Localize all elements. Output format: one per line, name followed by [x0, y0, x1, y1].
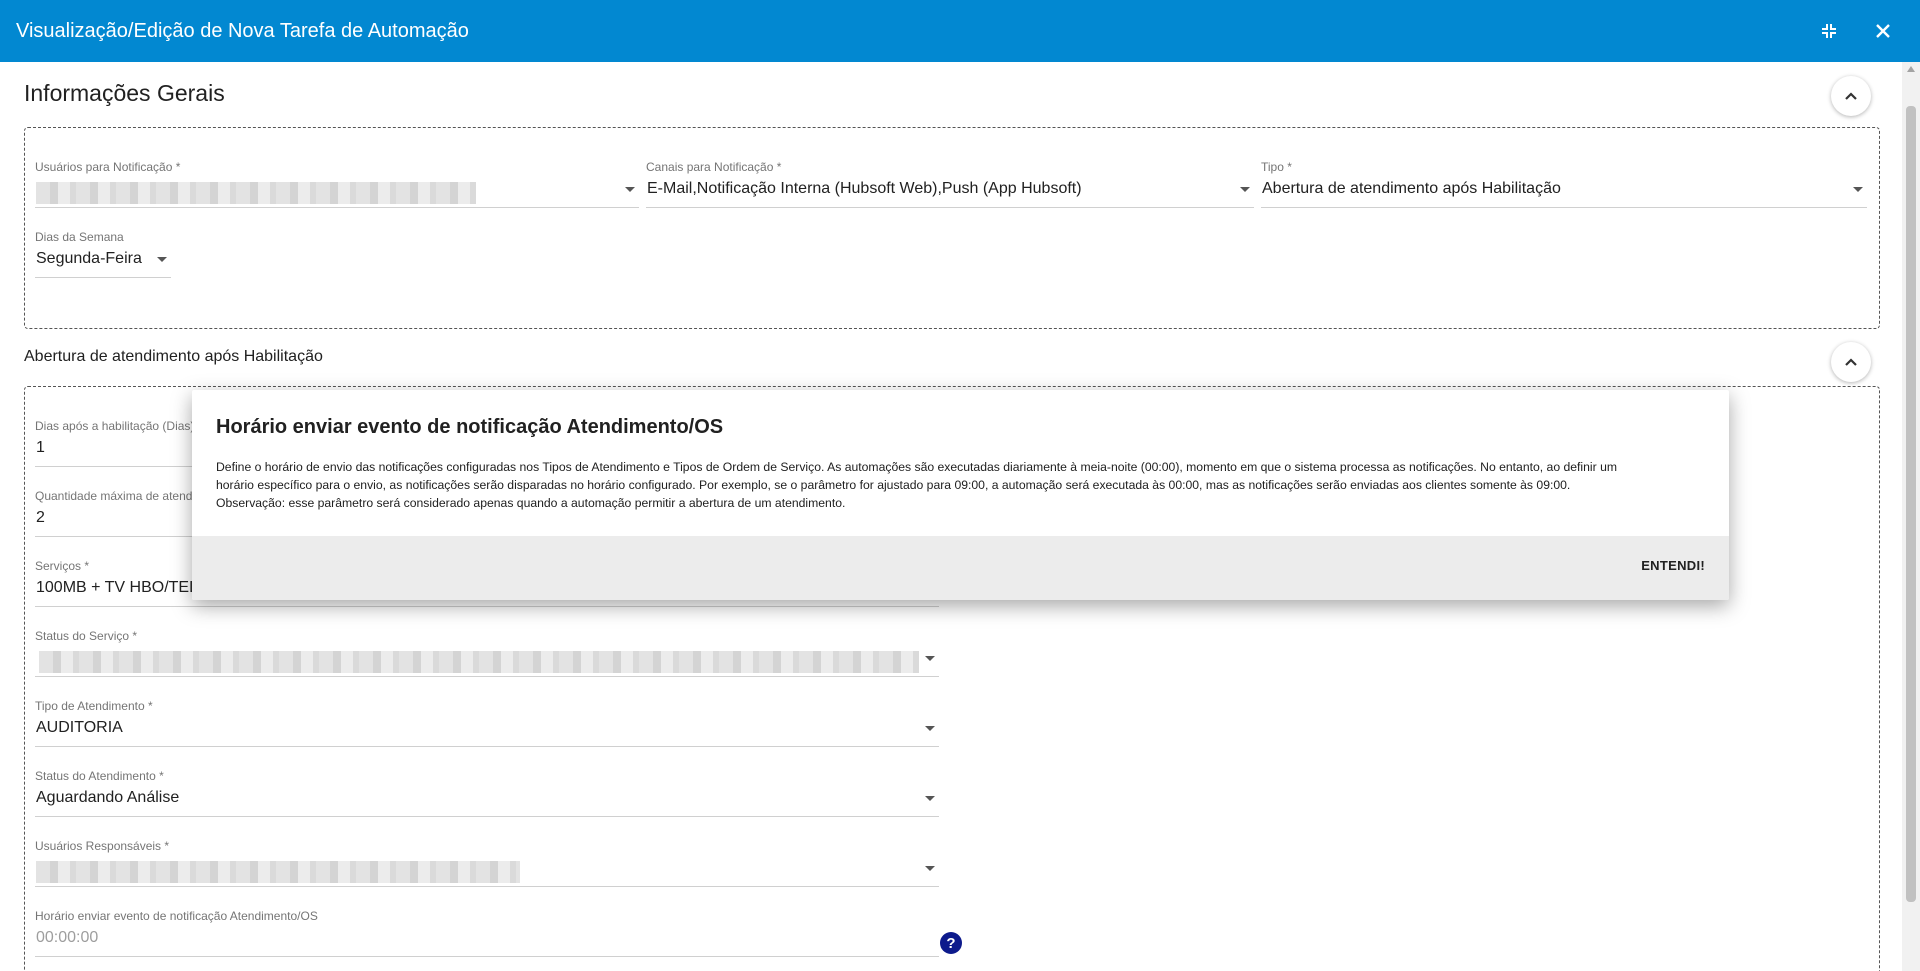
scrollbar-thumb[interactable]: [1906, 106, 1916, 902]
help-dialog-title: Horário enviar evento de notificação Ate…: [216, 416, 724, 438]
dropdown-arrow-icon: [1240, 187, 1250, 192]
field-value: E-Mail,Notificação Interna (Hubsoft Web)…: [647, 180, 1082, 197]
channels-notification-select[interactable]: Canais para Notificação * E-Mail,Notific…: [646, 160, 1254, 208]
dropdown-arrow-icon: [1853, 187, 1863, 192]
section-title-general: Informações Gerais: [24, 80, 225, 106]
collapse-enablement-button[interactable]: [1831, 342, 1871, 382]
dropdown-arrow-icon: [925, 796, 935, 801]
field-value: AUDITORIA: [36, 719, 123, 736]
section-title-enablement: Abertura de atendimento após Habilitação: [24, 348, 323, 365]
service-status-select[interactable]: Status do Serviço *: [35, 629, 939, 677]
field-value: 2: [36, 509, 45, 526]
chevron-up-icon: [1845, 92, 1857, 100]
help-dialog-line: Observação: esse parâmetro será consider…: [216, 496, 846, 510]
field-label: Status do Atendimento *: [35, 769, 164, 783]
field-label: Serviços *: [35, 559, 90, 573]
users-notification-select[interactable]: Usuários para Notificação *: [35, 160, 639, 208]
general-fields-box: [24, 127, 1880, 329]
help-dialog-line: horário específico para o envio, as noti…: [216, 478, 1571, 492]
field-label: Canais para Notificação *: [646, 160, 782, 174]
field-value: 100MB + TV HBO/TEL: [36, 579, 198, 596]
help-dialog-body: Define o horário de envio das notificaçõ…: [216, 458, 1706, 512]
chevron-up-icon: [1845, 358, 1857, 366]
help-dialog-footer: ENTENDI!: [192, 536, 1729, 600]
dialog-titlebar: Visualização/Edição de Nova Tarefa de Au…: [0, 0, 1920, 62]
notify-time-input[interactable]: Horário enviar evento de notificação Ate…: [35, 909, 939, 957]
responsible-users-select[interactable]: Usuários Responsáveis *: [35, 839, 939, 887]
dropdown-arrow-icon: [625, 187, 635, 192]
field-label: Horário enviar evento de notificação Ate…: [35, 909, 318, 923]
field-label: Tipo *: [1261, 160, 1292, 174]
help-question-icon[interactable]: ?: [940, 932, 962, 954]
field-placeholder: 00:00:00: [36, 929, 99, 946]
dropdown-arrow-icon: [925, 656, 935, 661]
field-value: Segunda-Feira: [36, 250, 142, 267]
scroll-up-icon[interactable]: [1907, 66, 1915, 72]
weekdays-select[interactable]: Dias da Semana Segunda-Feira: [35, 230, 171, 278]
help-dialog-line: Define o horário de envio das notificaçõ…: [216, 460, 1617, 474]
dropdown-arrow-icon: [157, 257, 167, 262]
field-value: Abertura de atendimento após Habilitação: [1262, 180, 1561, 197]
collapse-general-button[interactable]: [1831, 76, 1871, 116]
field-label: Usuários para Notificação *: [35, 160, 181, 174]
dropdown-arrow-icon: [925, 726, 935, 731]
dropdown-arrow-icon: [925, 866, 935, 871]
field-value: Aguardando Análise: [36, 789, 180, 806]
ticket-type-select[interactable]: Tipo de Atendimento * AUDITORIA: [35, 699, 939, 747]
field-label: Quantidade máxima de atendi: [35, 489, 196, 503]
field-value: 1: [36, 439, 45, 456]
window-title: Visualização/Edição de Nova Tarefa de Au…: [16, 19, 469, 42]
vertical-scrollbar[interactable]: [1902, 62, 1920, 971]
redacted-value: [36, 861, 520, 883]
redacted-value: [36, 182, 476, 204]
field-label: Tipo de Atendimento *: [35, 699, 153, 713]
close-icon[interactable]: [1870, 18, 1896, 44]
collapse-arrows-icon[interactable]: [1816, 18, 1842, 44]
field-label: Usuários Responsáveis *: [35, 839, 170, 853]
type-select[interactable]: Tipo * Abertura de atendimento após Habi…: [1261, 160, 1867, 208]
ticket-status-select[interactable]: Status do Atendimento * Aguardando Análi…: [35, 769, 939, 817]
titlebar-actions: [1816, 0, 1896, 62]
field-label: Dias após a habilitação (Dias): [35, 419, 195, 433]
understood-button[interactable]: ENTENDI!: [1641, 558, 1705, 573]
field-label: Status do Serviço *: [35, 629, 138, 643]
redacted-value: [39, 651, 919, 673]
help-dialog: Horário enviar evento de notificação Ate…: [192, 390, 1729, 600]
field-label: Dias da Semana: [35, 230, 124, 244]
